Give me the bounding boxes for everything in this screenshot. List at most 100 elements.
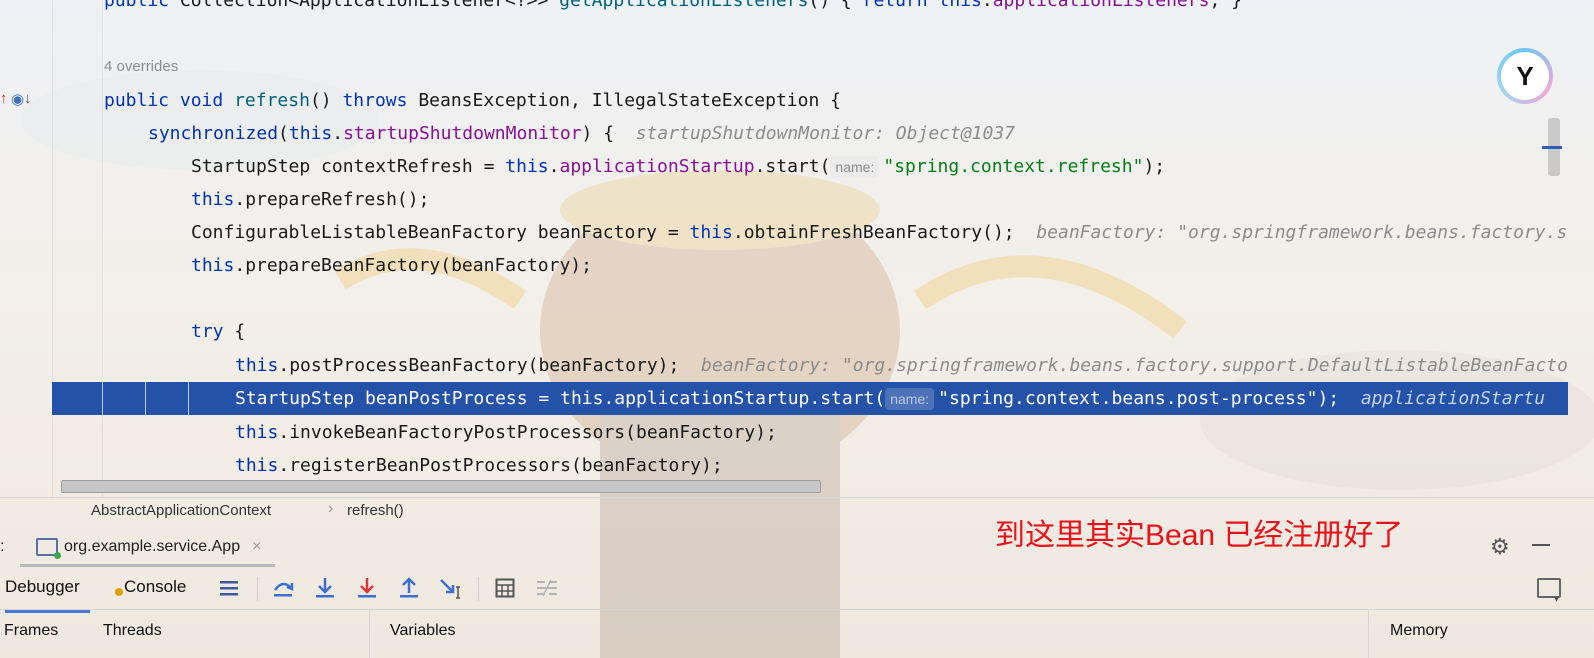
run-config-tab[interactable]: org.example.service.App × (20, 530, 276, 567)
tab-frames[interactable]: Frames (4, 622, 58, 640)
chevron-right-icon: › (328, 500, 334, 517)
code-token: public (104, 0, 170, 11)
code-token: .applicationStartup.start( (603, 388, 886, 409)
tab-console[interactable]: Console (124, 577, 186, 597)
toolbar-separator (478, 577, 479, 601)
code-token: this (191, 189, 235, 210)
code-token: try (191, 321, 224, 342)
force-step-into-icon[interactable] (354, 575, 380, 601)
run-tabs-bar: : org.example.service.App × (0, 527, 1594, 567)
code-token: () (309, 90, 343, 111)
code-token: public (104, 90, 170, 111)
code-token: () { (808, 0, 863, 11)
code-token: this (938, 0, 982, 11)
evaluate-expression-icon[interactable] (492, 575, 518, 601)
menu-lines-icon[interactable] (216, 575, 242, 601)
code-line[interactable]: synchronized(this.startupShutdownMonitor… (0, 117, 1568, 150)
panel-divider[interactable] (1368, 610, 1369, 658)
code-token: this (235, 355, 279, 376)
code-line[interactable]: public Collection<ApplicationListener<?>… (0, 0, 1568, 17)
assistant-avatar[interactable]: Y (1497, 48, 1553, 104)
code-token: "spring.context.beans.post-process" (938, 388, 1318, 409)
code-token: this (505, 156, 549, 177)
trace-current-stream-icon (534, 575, 560, 601)
variables-header[interactable]: Variables (390, 622, 456, 640)
code-token: refresh (234, 90, 310, 111)
code-token: .prepareRefresh(); (234, 189, 430, 210)
code-token: this (235, 422, 279, 443)
inline-debug-value: startupShutdownMonitor: Object@1037 (635, 123, 1016, 144)
code-token: applicationStartup (559, 156, 755, 177)
code-token: ( (278, 123, 289, 144)
code-line[interactable]: try { (0, 315, 1568, 348)
code-line[interactable]: ConfigurableListableBeanFactory beanFact… (0, 216, 1568, 249)
step-out-icon[interactable] (396, 575, 422, 601)
step-over-icon[interactable] (270, 575, 296, 601)
parameter-hint: name: (830, 156, 880, 178)
code-token: .obtainFreshBeanFactory(); (732, 222, 1015, 243)
current-execution-line[interactable]: StartupStep beanPostProcess = this.appli… (52, 382, 1568, 415)
code-line[interactable]: StartupStep contextRefresh = this.applic… (0, 150, 1568, 183)
code-token: .invokeBeanFactoryPostProcessors(beanFac… (278, 422, 777, 443)
scroll-position-marker[interactable] (1542, 146, 1562, 149)
code-token: this (288, 123, 333, 144)
code-line[interactable]: this.prepareRefresh(); (0, 183, 1568, 216)
code-editor[interactable]: public Collection<ApplicationListener<?>… (0, 0, 1594, 497)
run-to-cursor-icon[interactable] (438, 575, 464, 601)
code-token: Collection<ApplicationListener<?>> (169, 0, 560, 11)
code-line[interactable]: this.postProcessBeanFactory(beanFactory)… (0, 349, 1568, 382)
code-token: applicationListeners (992, 0, 1210, 11)
code-token: "spring.context.refresh" (883, 156, 1144, 177)
code-token: BeansException, IllegalStateException { (407, 90, 841, 111)
breadcrumb-method[interactable]: refresh() (347, 502, 404, 519)
code-token: .registerBeanPostProcessors(beanFactory)… (278, 455, 723, 476)
code-token: return (862, 0, 928, 11)
parameter-hint: name: (885, 388, 935, 410)
code-token: { (223, 321, 246, 342)
breadcrumb-class[interactable]: AbstractApplicationContext (91, 502, 271, 519)
code-token: . (981, 0, 993, 11)
code-token: ); (1143, 156, 1166, 177)
chevron-down-icon[interactable]: ▾ (1554, 594, 1559, 605)
inline-debug-value: applicationStartu (1360, 388, 1546, 409)
code-token: startupShutdownMonitor (343, 123, 582, 144)
panel-divider[interactable] (369, 610, 370, 658)
tab-threads[interactable]: Threads (103, 622, 162, 640)
code-token: this (235, 455, 279, 476)
code-token: .prepareBeanFactory(beanFactory); (234, 255, 592, 276)
toolbar-separator (257, 577, 258, 601)
console-warning-icon (115, 588, 123, 596)
inline-debug-value: beanFactory: "org.springframework.beans.… (701, 355, 1568, 376)
code-token: ; } (1209, 0, 1242, 11)
inline-debug-value: beanFactory: "org.springframework.beans.… (1036, 222, 1568, 243)
tab-debugger[interactable]: Debugger (5, 577, 90, 613)
minimize-icon[interactable] (1532, 544, 1550, 546)
code-line[interactable]: this.registerBeanPostProcessors(beanFact… (0, 449, 1568, 482)
code-token: throws (342, 90, 408, 111)
horizontal-scrollbar[interactable] (61, 480, 821, 493)
debug-toolbar: Debugger Console (0, 567, 1594, 613)
app-run-icon (36, 538, 61, 559)
memory-header[interactable]: Memory (1390, 622, 1448, 640)
gear-icon[interactable]: ⚙ (1490, 534, 1510, 560)
code-token: StartupStep contextRefresh = (191, 156, 506, 177)
code-token: StartupStep beanPostProcess = (235, 388, 561, 409)
code-token: . (548, 156, 560, 177)
code-line[interactable]: this.prepareBeanFactory(beanFactory); (0, 249, 1568, 282)
run-config-label: org.example.service.App (64, 538, 241, 555)
code-token: synchronized (148, 123, 279, 144)
debugger-panels-header: Frames Threads Variables Memory (0, 610, 1594, 658)
overrides-hint[interactable]: 4 overrides (104, 58, 178, 75)
step-into-icon[interactable] (312, 575, 338, 601)
close-icon[interactable]: × (252, 538, 261, 556)
code-token: this (689, 222, 733, 243)
tool-window-label: : (0, 538, 5, 555)
code-token: . (332, 123, 344, 144)
code-line[interactable]: this.invokeBeanFactoryPostProcessors(bea… (0, 416, 1568, 449)
code-token: ); (1317, 388, 1340, 409)
code-token: this (191, 255, 235, 276)
code-token: this (560, 388, 604, 409)
code-line[interactable]: public void refresh() throws BeansExcept… (0, 84, 1568, 117)
code-token: .start( (754, 156, 831, 177)
